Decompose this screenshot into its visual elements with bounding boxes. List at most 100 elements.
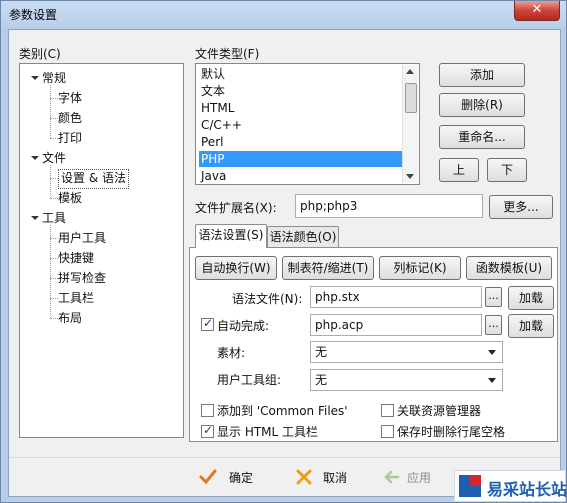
tree-item[interactable]: 设置 & 语法: [58, 169, 129, 189]
tree-connector: [50, 85, 51, 138]
cancel-label: 取消: [323, 471, 348, 485]
tree-item[interactable]: 颜色: [58, 109, 82, 127]
tree-item[interactable]: 布局: [58, 309, 82, 327]
rename-button[interactable]: 重命名...: [439, 125, 525, 149]
add-button[interactable]: 添加: [439, 63, 525, 87]
category-label: 类别(C): [19, 47, 61, 61]
tree-group-item[interactable]: 工具: [42, 209, 66, 227]
watermark-logo: 易采站长站: [454, 470, 567, 502]
material-select[interactable]: 无: [310, 341, 503, 363]
autocomplete-browse-button[interactable]: ...: [485, 315, 502, 335]
autocomplete-label: 自动完成:: [217, 319, 270, 333]
filetype-list-item[interactable]: HTML: [199, 100, 403, 116]
html-toolbar-label: 显示 HTML 工具栏: [217, 425, 319, 439]
tree-item[interactable]: 字体: [58, 89, 82, 107]
close-button[interactable]: ✕: [514, 1, 560, 21]
html-toolbar-checkbox[interactable]: [201, 423, 214, 438]
filetype-list-item[interactable]: 文本: [199, 83, 403, 99]
trim-trailing-space-label: 保存时删除行尾空格: [397, 425, 506, 439]
tab-syntax-colors[interactable]: 语法颜色(O): [267, 226, 339, 248]
explorer-assoc-label: 关联资源管理器: [397, 404, 482, 418]
trim-trailing-space-checkbox[interactable]: [381, 425, 394, 438]
column-marker-button[interactable]: 列标记(K): [379, 256, 461, 280]
move-up-button[interactable]: 上: [439, 158, 479, 182]
filetype-list-item[interactable]: Java: [199, 168, 403, 184]
ok-label: 确定: [229, 471, 254, 485]
autocomplete-load-button[interactable]: 加载: [508, 314, 554, 338]
tree-connector: [50, 318, 58, 319]
common-files-checkbox[interactable]: [201, 404, 214, 417]
tree-item[interactable]: 拼写检查: [58, 269, 106, 287]
tree-group-item[interactable]: 文件: [42, 149, 66, 167]
syntax-settings-panel: 自动换行(W) 制表符/缩进(T) 列标记(K) 函数模板(U) 语法文件(N)…: [189, 247, 558, 442]
syntax-file-browse-button[interactable]: ...: [485, 287, 502, 307]
chevron-down-icon: [488, 350, 496, 355]
filetype-list-item[interactable]: C/C++: [199, 117, 403, 133]
scroll-up-icon[interactable]: [406, 69, 414, 74]
common-files-label: 添加到 'Common Files': [217, 404, 348, 418]
filetype-list-item[interactable]: PHP: [199, 151, 403, 167]
syntax-file-load-button[interactable]: 加载: [508, 286, 554, 310]
autocomplete-input[interactable]: php.acp: [310, 314, 482, 336]
move-down-button[interactable]: 下: [487, 158, 527, 182]
usertool-group-value: 无: [315, 373, 328, 387]
filetype-list-item[interactable]: Perl: [199, 134, 403, 150]
tree-connector: [50, 238, 58, 239]
tree-connector: [50, 178, 58, 179]
expand-triangle-icon[interactable]: [31, 216, 39, 220]
apply-label: 应用: [407, 471, 432, 485]
extension-label: 文件扩展名(X):: [195, 201, 277, 215]
function-template-button[interactable]: 函数模板(U): [466, 256, 552, 280]
cancel-button[interactable]: 取消: [291, 466, 361, 488]
syntax-file-input[interactable]: php.stx: [310, 286, 482, 308]
tree-group-item[interactable]: 常规: [42, 69, 66, 87]
tab-indent-button[interactable]: 制表符/缩进(T): [282, 256, 374, 280]
check-icon: [199, 469, 217, 485]
watermark-icon-accent: [470, 475, 481, 486]
tree-item[interactable]: 打印: [58, 129, 82, 147]
filetype-list-item[interactable]: 默认: [199, 66, 403, 82]
tree-connector: [50, 258, 58, 259]
dialog-window: 参数设置 ✕ 类别(C) 常规字体颜色打印文件设置 & 语法 模板工具用户工具快捷…: [0, 0, 567, 503]
expand-triangle-icon[interactable]: [31, 76, 39, 80]
apply-button[interactable]: 应用: [381, 466, 451, 488]
material-value: 无: [315, 345, 328, 359]
explorer-assoc-checkbox[interactable]: [381, 404, 394, 417]
cancel-x-icon: [296, 469, 312, 485]
tree-connector: [50, 138, 58, 139]
autocomplete-checkbox[interactable]: [201, 316, 214, 331]
tree-item[interactable]: 工具栏: [58, 289, 94, 307]
extension-input[interactable]: php;php3: [295, 194, 483, 218]
tree-item[interactable]: 用户工具: [58, 229, 106, 247]
filetype-label: 文件类型(F): [195, 47, 260, 61]
filetype-list[interactable]: Java PHP Perl C/C++ HTML 文本 默认: [195, 63, 420, 185]
tree-item[interactable]: 快捷键: [58, 249, 94, 267]
apply-arrow-icon: [384, 470, 400, 484]
tree-connector: [50, 278, 58, 279]
window-title: 参数设置: [9, 8, 58, 22]
chevron-down-icon: [488, 378, 496, 383]
scroll-thumb[interactable]: [405, 83, 417, 113]
dialog-client: 类别(C) 常规字体颜色打印文件设置 & 语法 模板工具用户工具快捷键拼写检查工具…: [8, 29, 561, 497]
watermark-text: 易采站长站: [487, 480, 567, 499]
delete-button[interactable]: 删除(R): [439, 93, 525, 117]
usertool-group-select[interactable]: 无: [310, 369, 503, 391]
filetype-scrollbar[interactable]: [402, 65, 418, 183]
tree-connector: [50, 165, 51, 198]
tree-connector: [50, 198, 58, 199]
ok-button[interactable]: 确定: [195, 466, 265, 488]
tree-connector: [50, 118, 58, 119]
title-bar[interactable]: 参数设置 ✕: [1, 1, 566, 27]
expand-triangle-icon[interactable]: [31, 156, 39, 160]
material-label: 素材:: [217, 346, 246, 360]
tree-connector: [50, 225, 51, 318]
tree-item[interactable]: 模板: [58, 189, 82, 207]
word-wrap-button[interactable]: 自动换行(W): [195, 256, 277, 280]
syntax-file-label: 语法文件(N):: [232, 292, 303, 306]
category-tree[interactable]: 常规字体颜色打印文件设置 & 语法 模板工具用户工具快捷键拼写检查工具栏布局: [19, 63, 184, 438]
tab-syntax-settings[interactable]: 语法设置(S): [195, 224, 267, 248]
more-button[interactable]: 更多...: [489, 195, 553, 219]
scroll-down-icon[interactable]: [406, 174, 414, 179]
usertool-group-label: 用户工具组:: [217, 373, 282, 387]
tree-connector: [50, 298, 58, 299]
